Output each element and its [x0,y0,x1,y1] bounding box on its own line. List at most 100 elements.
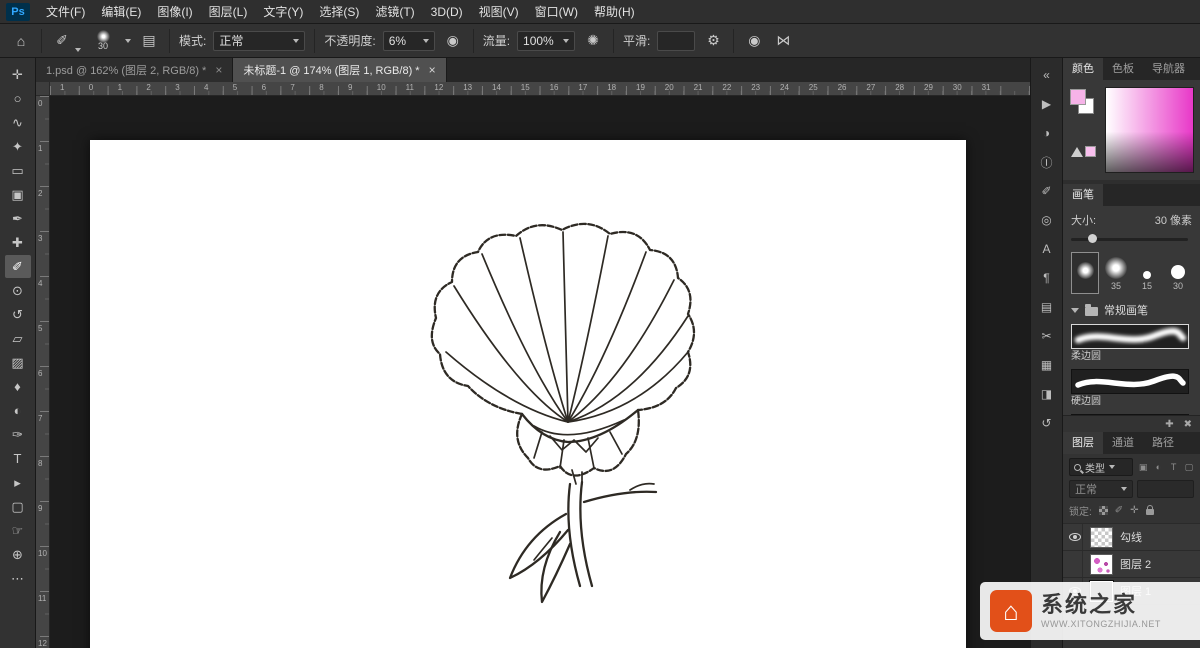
tool-spot-healing[interactable]: ✚ [5,231,31,254]
layer-filter-type-dropdown[interactable]: 类型 [1069,458,1133,476]
menu-item-file[interactable]: 文件(F) [38,0,93,24]
menu-item-view[interactable]: 视图(V) [471,0,527,24]
visibility-toggle[interactable] [1068,524,1083,550]
filter-type-layers-icon[interactable]: T [1169,460,1179,474]
brush-preset-hard-round[interactable]: 硬边圆 [1071,369,1192,408]
brush-settings-panel-icon[interactable]: ✐ [1037,182,1057,200]
flow-dropdown[interactable]: 100% [517,30,576,51]
gamut-color-swatch[interactable] [1085,146,1096,157]
menu-item-filter[interactable]: 滤镜(T) [367,0,422,24]
brush-tip-item[interactable] [1071,252,1099,294]
tool-zoom[interactable]: ⊕ [5,543,31,566]
airbrush-icon[interactable]: ✺ [582,30,604,52]
tab-layers[interactable]: 图层 [1063,432,1103,454]
tool-clone-stamp[interactable]: ⊙ [5,279,31,302]
info-panel-icon[interactable]: Ⓘ [1037,153,1057,171]
lock-pixels-icon[interactable]: ✐ [1115,505,1123,516]
opacity-dropdown[interactable]: 6% [382,30,435,51]
foreground-color-swatch[interactable] [1070,89,1086,105]
tool-quick-selection[interactable]: ✦ [5,135,31,158]
tab-brushes[interactable]: 画笔 [1063,184,1103,206]
clone-source-panel-icon[interactable]: ◎ [1037,211,1057,229]
brush-preset-picker[interactable]: 30 [88,30,118,51]
layer-thumbnail[interactable] [1090,553,1113,575]
tool-history-brush[interactable]: ↺ [5,303,31,326]
visibility-toggle[interactable] [1068,551,1083,577]
brush-settings-panel-toggle-icon[interactable]: ▤ [138,30,160,52]
glyphs-panel-icon[interactable]: ▤ [1037,298,1057,316]
document-tab-1psd[interactable]: 1.psd @ 162% (图层 2, RGB/8) * × [36,58,234,82]
menu-item-window[interactable]: 窗口(W) [527,0,586,24]
menu-item-help[interactable]: 帮助(H) [586,0,643,24]
tool-brush[interactable]: ✐ [4,255,31,278]
tab-navigator[interactable]: 导航器 [1143,58,1194,80]
tool-lasso[interactable]: ∿ [5,111,31,134]
tool-pen[interactable]: ✑ [5,423,31,446]
tool-frame[interactable]: ▣ [5,183,31,206]
menu-item-edit[interactable]: 编辑(E) [93,0,149,24]
pressure-opacity-icon[interactable]: ◉ [442,30,464,52]
document-tab-untitled-1[interactable]: 未标题-1 @ 174% (图层 1, RGB/8) * × [233,58,447,82]
history-panel-icon[interactable]: ↺ [1037,414,1057,432]
ruler-vertical[interactable]: 0 1 2 3 4 5 6 7 8 9 10 11 12 [36,96,50,648]
menu-item-type[interactable]: 文字(Y) [255,0,311,24]
slider-thumb[interactable] [1087,234,1097,243]
actions-panel-icon[interactable]: ▶ [1037,95,1057,113]
close-icon[interactable]: × [429,64,436,76]
tool-crop[interactable]: ▭ [5,159,31,182]
color-picker-gradient[interactable] [1105,87,1194,173]
brush-group-general[interactable]: 常规画笔 [1071,302,1192,318]
filter-shape-layers-icon[interactable]: ▢ [1184,460,1194,474]
ruler-origin-corner[interactable] [36,82,50,96]
menu-item-select[interactable]: 选择(S) [311,0,367,24]
smoothing-field[interactable] [657,30,696,51]
tool-presets-panel-icon[interactable]: ✂ [1037,327,1057,345]
tool-hand[interactable]: ☞ [5,519,31,542]
filter-pixel-layers-icon[interactable]: ▣ [1138,460,1148,474]
filter-adjustment-layers-icon[interactable]: ◐ [1153,460,1163,474]
close-icon[interactable]: × [215,64,222,76]
tool-dodge[interactable]: ◐ [5,399,31,422]
pressure-size-icon[interactable]: ◉ [743,30,765,52]
tool-gradient[interactable]: ▨ [5,351,31,374]
tab-color[interactable]: 颜色 [1063,58,1103,80]
layer-row-gouxian[interactable]: 勾线 [1063,524,1200,551]
paragraph-panel-icon[interactable]: ¶ [1037,269,1057,287]
libraries-panel-icon[interactable]: ▦ [1037,356,1057,374]
layer-opacity-field[interactable] [1136,480,1194,498]
home-icon[interactable]: ⌂ [10,30,32,52]
layer-thumbnail[interactable] [1090,526,1113,548]
tool-shape[interactable]: ▢ [5,495,31,518]
ruler-horizontal[interactable]: 1 0 1 2 3 4 5 6 7 8 9 10 11 12 13 14 15 16 17 18 19 20 21 22 23 2… [50,82,1030,96]
tab-swatches[interactable]: 色板 [1103,58,1143,80]
menu-item-image[interactable]: 图像(I) [149,0,200,24]
tab-channels[interactable]: 通道 [1103,432,1143,454]
document-canvas[interactable] [90,140,966,648]
brush-tip-item[interactable]: 35 [1102,252,1130,294]
brush-tip-item[interactable]: 15 [1133,252,1161,294]
brush-tip-item[interactable]: 30 [1164,252,1192,294]
tool-eyedropper[interactable]: ✒ [5,207,31,230]
menu-item-3d[interactable]: 3D(D) [423,0,471,24]
delete-brush-icon[interactable]: ✖ [1184,419,1192,430]
adjustments-panel-icon[interactable]: ◑ [1037,124,1057,142]
brush-size-slider[interactable] [1071,232,1192,246]
tab-paths[interactable]: 路径 [1143,432,1183,454]
lock-all-icon[interactable] [1145,505,1154,515]
smoothing-options-gear-icon[interactable]: ⚙ [702,30,724,52]
tool-marquee[interactable]: ○ [5,87,31,110]
chevron-down-icon[interactable] [125,38,131,43]
tool-path-select[interactable]: ▸ [5,471,31,494]
tool-edit-toolbar[interactable]: ⋯ [5,567,31,590]
brush-preset-soft-round[interactable]: 柔边圆 [1071,324,1192,363]
collapse-panels-icon[interactable]: « [1037,66,1057,84]
tool-blur[interactable]: ♦ [5,375,31,398]
layer-blend-mode-dropdown[interactable]: 正常 [1069,480,1133,498]
blend-mode-dropdown[interactable]: 正常 [213,30,306,51]
tool-eraser[interactable]: ▱ [5,327,31,350]
brush-symmetry-icon[interactable]: ⋈ [772,30,794,52]
tool-type[interactable]: T [5,447,31,470]
new-brush-icon[interactable]: ✚ [1165,419,1173,430]
layer-row-layer2[interactable]: 图层 2 [1063,551,1200,578]
character-panel-icon[interactable]: A [1037,240,1057,258]
